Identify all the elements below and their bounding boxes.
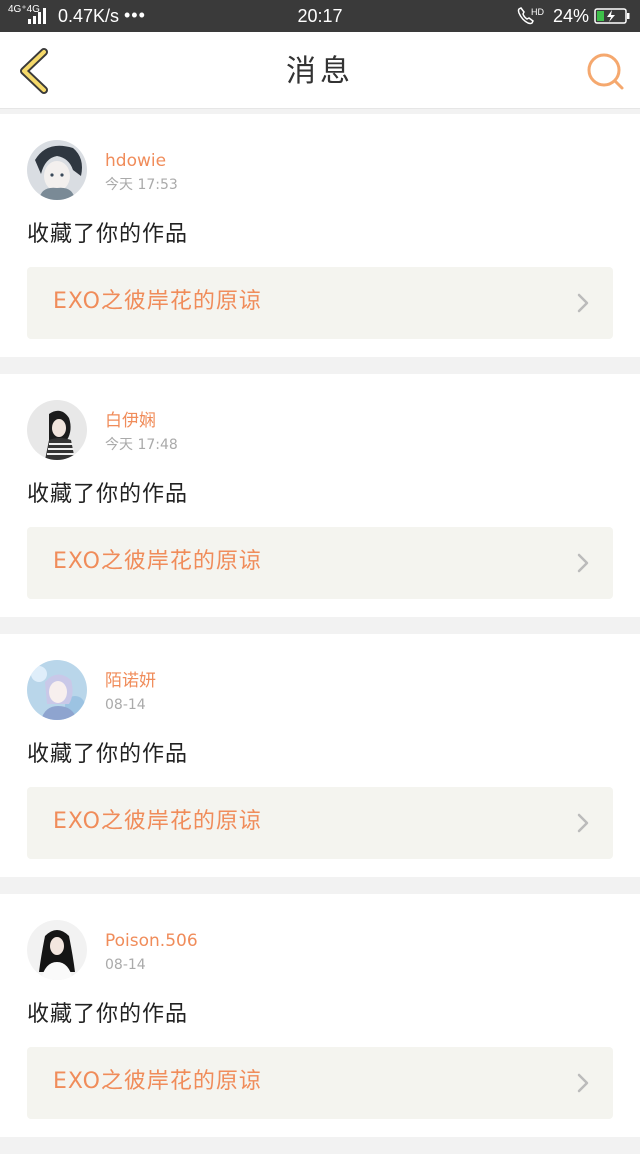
message-list: hdowie 今天 17:53 收藏了你的作品 EXO之彼岸花的原谅 白伊娴 今…: [0, 114, 640, 1154]
work-title: EXO之彼岸花的原谅: [53, 809, 262, 834]
message-card: hdowie 今天 17:53 收藏了你的作品 EXO之彼岸花的原谅: [0, 114, 640, 357]
message-card: 白伊娴 今天 17:48 收藏了你的作品 EXO之彼岸花的原谅: [0, 374, 640, 617]
message-time: 08-14: [105, 697, 146, 713]
chevron-right-icon: [577, 553, 589, 573]
username[interactable]: 陌诺妍: [105, 670, 156, 692]
username[interactable]: Poison.506: [105, 930, 198, 952]
message-card: Poison.506 08-14 收藏了你的作品 EXO之彼岸花的原谅: [0, 894, 640, 1137]
hd-call-icon: HD: [517, 7, 544, 25]
username[interactable]: hdowie: [105, 150, 166, 172]
page-title: 消息: [286, 54, 354, 89]
user-avatar[interactable]: [27, 140, 87, 200]
anime-avatar-icon: [27, 660, 87, 720]
girl-photo-avatar-icon: [27, 920, 87, 980]
work-title: EXO之彼岸花的原谅: [53, 289, 262, 314]
work-title: EXO之彼岸花的原谅: [53, 549, 262, 574]
action-text: 收藏了你的作品: [27, 1002, 189, 1027]
battery-charging-icon: [594, 8, 630, 24]
user-avatar[interactable]: [27, 660, 87, 720]
anime-avatar-icon: [27, 140, 87, 200]
chevron-right-icon: [577, 293, 589, 313]
action-text: 收藏了你的作品: [27, 742, 189, 767]
action-text: 收藏了你的作品: [27, 222, 189, 247]
user-avatar[interactable]: [27, 920, 87, 980]
chevron-right-icon: [577, 1073, 589, 1093]
work-link-button[interactable]: EXO之彼岸花的原谅: [27, 787, 613, 859]
message-time: 今天 17:53: [105, 177, 178, 193]
action-text: 收藏了你的作品: [27, 482, 189, 507]
work-link-button[interactable]: EXO之彼岸花的原谅: [27, 267, 613, 339]
battery-percentage: 24%: [553, 6, 590, 26]
message-time: 今天 17:48: [105, 437, 178, 453]
user-avatar[interactable]: [27, 400, 87, 460]
work-link-button[interactable]: EXO之彼岸花的原谅: [27, 527, 613, 599]
message-card: 陌诺妍 08-14 收藏了你的作品 EXO之彼岸花的原谅: [0, 634, 640, 877]
hd-label: HD: [531, 7, 544, 17]
clock: 20:17: [297, 6, 343, 26]
app-header: 消息: [0, 32, 640, 109]
message-time: 08-14: [105, 957, 146, 973]
girl-photo-avatar-icon: [27, 400, 87, 460]
work-link-button[interactable]: EXO之彼岸花的原谅: [27, 1047, 613, 1119]
search-icon[interactable]: [584, 50, 628, 94]
status-bar: 4G⁺4G 0.47K/s ••• 20:17 HD 24%: [0, 0, 640, 32]
work-title: EXO之彼岸花的原谅: [53, 1069, 262, 1094]
chevron-right-icon: [577, 813, 589, 833]
username[interactable]: 白伊娴: [105, 410, 156, 432]
